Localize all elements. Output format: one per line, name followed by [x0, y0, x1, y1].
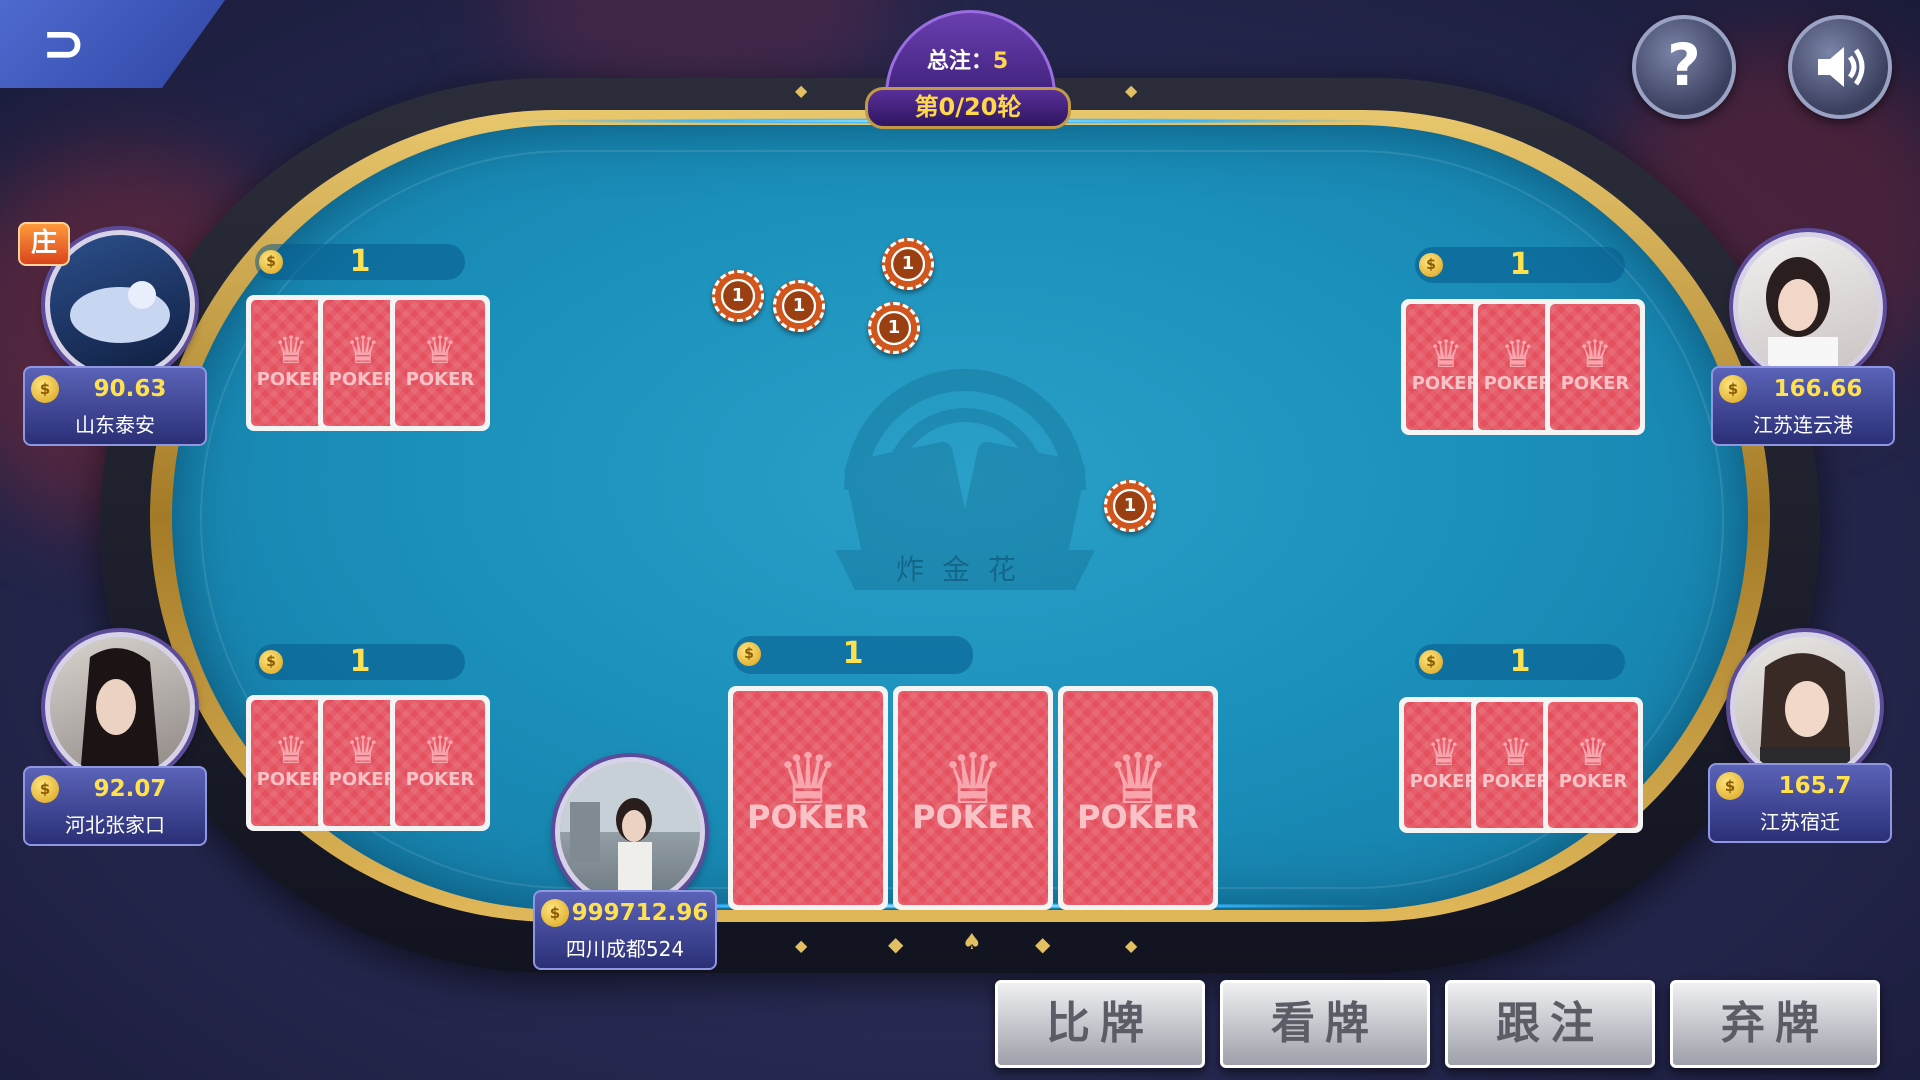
rail-diamond: ◆: [1125, 936, 1138, 955]
player-info: $ 165.7 江苏宿迁: [1708, 763, 1892, 843]
rail-diamond: ◆: [795, 936, 808, 955]
dealer-badge: 庄: [18, 222, 70, 266]
back-arrow-icon: ⊃: [42, 14, 86, 74]
crown-icon: ♛: [422, 727, 458, 772]
player-name: 江苏宿迁: [1760, 810, 1840, 834]
fold-button[interactable]: 弃牌: [1670, 980, 1880, 1068]
card-back: ♛ POKER: [390, 295, 490, 431]
rail-diamond: ◆: [1035, 932, 1051, 956]
compare-button[interactable]: 比牌: [995, 980, 1205, 1068]
card-back: ♛ POKER: [390, 695, 490, 831]
player-info: $ 90.63 山东泰安: [23, 366, 207, 446]
avatar[interactable]: [45, 632, 195, 782]
bet-chip: 1: [1104, 480, 1156, 532]
card-back-label: POKER: [1560, 373, 1630, 395]
player-money: 165.7: [1778, 773, 1852, 799]
card-back-label: POKER: [912, 798, 1034, 836]
look-button[interactable]: 看牌: [1220, 980, 1430, 1068]
player-bet-amount: 1: [349, 244, 371, 279]
player-name: 江苏连云港: [1753, 413, 1853, 437]
card-back: ♛ POKER: [1545, 299, 1645, 435]
rail-diamond: ◆: [795, 81, 808, 100]
bet-chip: 1: [712, 270, 764, 322]
player-money: 999712.96: [571, 900, 709, 926]
rail-diamond: ◆: [888, 932, 904, 956]
player-bet-bar: $ 1: [255, 644, 465, 680]
crown-icon: ♛: [422, 327, 458, 372]
pot-label: 总注：: [926, 49, 993, 74]
player-info-self: $ 999712.96 四川成都524: [533, 890, 717, 970]
card-back-label: POKER: [1558, 771, 1628, 793]
rail-spade-icon: ♠: [962, 930, 982, 955]
speaker-icon: [1818, 47, 1865, 87]
avatar-image: [1760, 653, 1850, 777]
player-bet-amount: 1: [1509, 644, 1531, 679]
player-bet-bar: $ 1: [1415, 644, 1625, 680]
help-button[interactable]: ?: [1632, 15, 1736, 119]
player-bet-bar-self: $ 1: [733, 636, 973, 674]
avatar[interactable]: [555, 757, 705, 907]
player-bet-bar: $ 1: [255, 244, 465, 280]
avatar-image: [70, 281, 170, 343]
player-name: 山东泰安: [75, 413, 155, 437]
card-back-label: POKER: [405, 769, 475, 791]
card-back: ♛ POKER: [1543, 697, 1643, 833]
player-money: 90.63: [93, 376, 167, 402]
bet-chip: 1: [868, 302, 920, 354]
card-back-label: POKER: [1077, 798, 1199, 836]
round-indicator: 第0/20轮: [865, 87, 1071, 129]
rail-diamond: ◆: [1125, 81, 1138, 100]
player-name: 四川成都524: [565, 937, 685, 961]
avatar-image: [1766, 257, 1838, 377]
my-card[interactable]: ♛ POKER: [893, 686, 1053, 910]
player-bet-amount: 1: [349, 644, 371, 679]
avatar[interactable]: [1730, 632, 1880, 782]
question-icon: ?: [1667, 31, 1701, 99]
player-name: 河北张家口: [65, 813, 165, 837]
player-info: $ 166.66 江苏连云港: [1711, 366, 1895, 446]
player-bet-bar: $ 1: [1415, 247, 1625, 283]
pot-total: 总注：5: [885, 43, 1050, 75]
follow-button[interactable]: 跟注: [1445, 980, 1655, 1068]
player-bet-amount: 1: [842, 636, 864, 671]
bet-chip: 1: [882, 238, 934, 290]
player-money: 166.66: [1773, 376, 1863, 402]
avatar[interactable]: [1733, 232, 1883, 382]
pot-value: 5: [992, 49, 1009, 74]
card-back-label: POKER: [405, 369, 475, 391]
back-button[interactable]: ⊃: [0, 0, 225, 88]
avatar-image: [560, 762, 700, 902]
my-card[interactable]: ♛ POKER: [1058, 686, 1218, 910]
crown-icon: ♛: [1575, 729, 1611, 774]
table-logo-text: 炸金花: [895, 553, 1034, 586]
my-card[interactable]: ♛ POKER: [728, 686, 888, 910]
player-bet-amount: 1: [1509, 247, 1531, 282]
crown-icon: ♛: [1577, 331, 1613, 376]
avatar-image: [80, 648, 160, 777]
sound-button[interactable]: [1788, 15, 1892, 119]
player-info: $ 92.07 河北张家口: [23, 766, 207, 846]
bet-chip: 1: [773, 280, 825, 332]
card-back-label: POKER: [747, 798, 869, 836]
player-money: 92.07: [93, 776, 167, 802]
